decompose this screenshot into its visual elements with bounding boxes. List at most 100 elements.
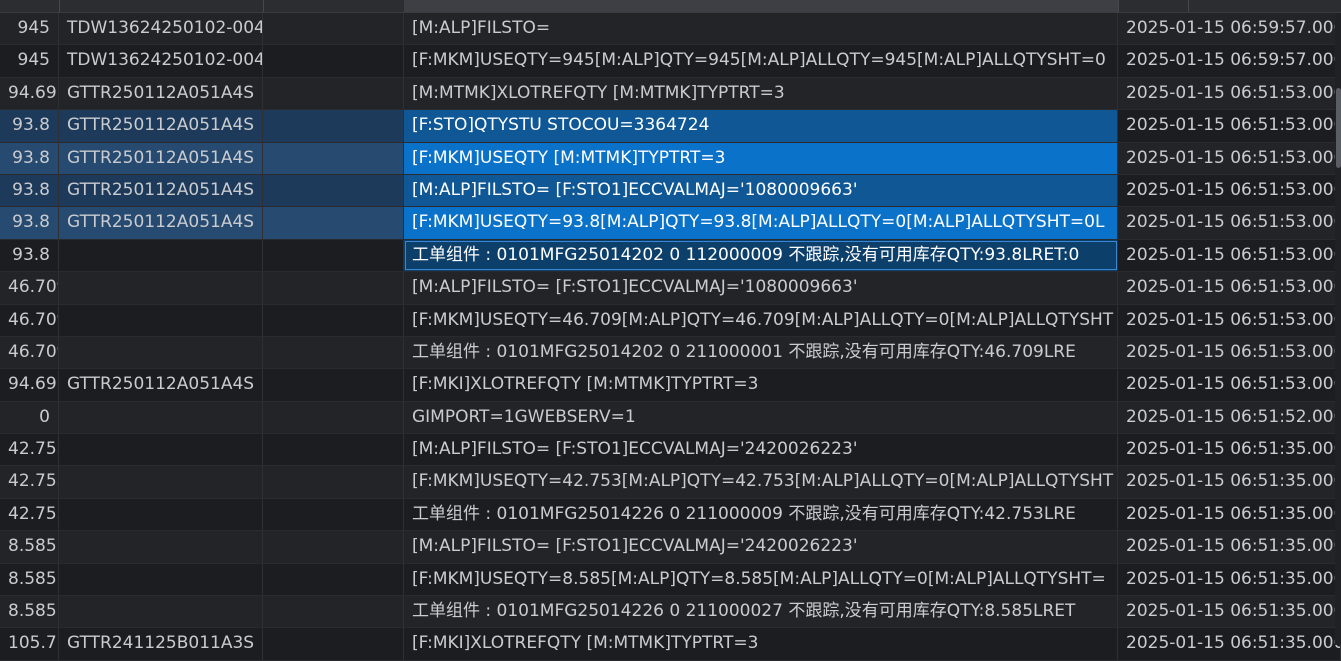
empty-cell[interactable]	[263, 401, 404, 434]
lot-cell[interactable]: GTTR250112A051A4S	[59, 77, 263, 110]
lot-cell[interactable]: GTTR250112A051A4S	[59, 369, 263, 401]
timestamp-cell[interactable]: 2025-01-15 06:51:52.000	[1118, 401, 1341, 434]
timestamp-cell[interactable]: 2025-01-15 06:51:53.000	[1118, 272, 1341, 304]
table-row-selected[interactable]: 93.8 GTTR250112A051A4S [F:STO]QTYSTU STO…	[0, 110, 1341, 143]
lot-cell[interactable]: GTTR250112A051A4S	[59, 207, 263, 239]
message-cell[interactable]: [M:ALP]FILSTO=	[404, 13, 1118, 45]
lot-cell[interactable]: GTTR241125B011A3S	[59, 628, 263, 660]
timestamp-cell[interactable]: 2025-01-15 06:51:35.000	[1118, 466, 1341, 498]
timestamp-cell[interactable]: 2025-01-15 06:51:53.000	[1118, 239, 1341, 272]
qty-cell[interactable]: 8.585	[0, 563, 59, 596]
qty-cell[interactable]: 93.8	[0, 207, 59, 239]
column-header-lot[interactable]	[59, 0, 264, 12]
qty-cell[interactable]: 46.709	[0, 304, 59, 336]
table-row[interactable]: 945 TDW13624250102-004 [F:MKM]USEQTY=945…	[0, 45, 1341, 78]
qty-cell[interactable]: 0	[0, 401, 59, 434]
table-row[interactable]: 42.753 [M:ALP]FILSTO= [F:STO1]ECCVALMAJ=…	[0, 434, 1341, 467]
lot-cell[interactable]	[59, 239, 263, 272]
message-cell[interactable]: GIMPORT=1GWEBSERV=1	[404, 401, 1118, 434]
qty-cell[interactable]: 945	[0, 45, 59, 77]
timestamp-cell[interactable]: 2025-01-15 06:51:53.000	[1118, 336, 1341, 369]
empty-cell[interactable]	[263, 434, 404, 466]
message-cell[interactable]: [M:ALP]FILSTO= [F:STO1]ECCVALMAJ='108000…	[404, 272, 1118, 304]
empty-cell[interactable]	[263, 596, 404, 628]
empty-cell[interactable]	[263, 272, 404, 304]
message-cell-focused[interactable]: 工单组件 : 0101MFG25014202 0 112000009 不跟踪,没…	[404, 239, 1118, 272]
table-row[interactable]: 46.709 工单组件 : 0101MFG25014202 0 21100000…	[0, 336, 1341, 370]
message-cell[interactable]: 工单组件 : 0101MFG25014226 0 211000009 不跟踪,没…	[404, 498, 1118, 531]
message-cell[interactable]: [F:MKM]USEQTY=945[M:ALP]QTY=945[M:ALP]AL…	[404, 45, 1118, 77]
qty-cell[interactable]: 8.585	[0, 596, 59, 628]
qty-cell[interactable]: 93.8	[0, 174, 59, 207]
table-row-selected[interactable]: 93.8 GTTR250112A051A4S [F:MKM]USEQTY [M:…	[0, 142, 1341, 175]
empty-cell[interactable]	[263, 239, 404, 272]
empty-cell[interactable]	[263, 110, 404, 142]
qty-cell[interactable]: 42.753	[0, 498, 59, 531]
timestamp-cell[interactable]: 2025-01-15 06:51:53.000	[1118, 304, 1341, 336]
message-cell[interactable]: [F:MKM]USEQTY=42.753[M:ALP]QTY=42.753[M:…	[404, 466, 1118, 498]
lot-cell[interactable]	[59, 596, 263, 628]
table-row[interactable]: 8.585 [M:ALP]FILSTO= [F:STO1]ECCVALMAJ='…	[0, 531, 1341, 564]
lot-cell[interactable]: GTTR250112A051A4S	[59, 142, 263, 174]
table-row[interactable]: 8.585 [F:MKM]USEQTY=8.585[M:ALP]QTY=8.58…	[0, 563, 1341, 597]
lot-cell[interactable]	[59, 304, 263, 336]
table-row[interactable]: 945 TDW13624250102-004 [M:ALP]FILSTO= 20…	[0, 13, 1341, 46]
table-row[interactable]: 0 GIMPORT=1GWEBSERV=1 2025-01-15 06:51:5…	[0, 401, 1341, 435]
timestamp-cell[interactable]: 2025-01-15 06:51:53.000	[1118, 142, 1341, 174]
message-cell-selected[interactable]: [F:MKM]USEQTY=93.8[M:ALP]QTY=93.8[M:ALP]…	[404, 207, 1118, 239]
timestamp-cell[interactable]: 2025-01-15 06:51:35.000	[1118, 628, 1341, 660]
table-row[interactable]: 8.585 工单组件 : 0101MFG25014226 0 211000027…	[0, 596, 1341, 629]
empty-cell[interactable]	[263, 13, 404, 45]
table-row-focused[interactable]: 93.8 工单组件 : 0101MFG25014202 0 112000009 …	[0, 239, 1341, 273]
timestamp-cell[interactable]: 2025-01-15 06:51:53.000	[1118, 207, 1341, 239]
qty-cell[interactable]: 8.585	[0, 531, 59, 563]
message-cell[interactable]: 工单组件 : 0101MFG25014202 0 211000001 不跟踪,没…	[404, 336, 1118, 369]
column-header-extra[interactable]	[1188, 0, 1341, 12]
lot-cell[interactable]: TDW13624250102-004	[59, 45, 263, 77]
lot-cell[interactable]	[59, 531, 263, 563]
qty-cell[interactable]: 105.77	[0, 628, 59, 660]
vertical-scrollbar[interactable]	[1335, 13, 1341, 645]
empty-cell[interactable]	[263, 77, 404, 110]
lot-cell[interactable]	[59, 563, 263, 596]
timestamp-cell[interactable]: 2025-01-15 06:51:35.000	[1118, 498, 1341, 531]
table-row[interactable]: 46.709 [F:MKM]USEQTY=46.709[M:ALP]QTY=46…	[0, 304, 1341, 337]
table-row-selected[interactable]: 93.8 GTTR250112A051A4S [M:ALP]FILSTO= [F…	[0, 174, 1341, 208]
timestamp-cell[interactable]: 2025-01-15 06:51:35.000	[1118, 596, 1341, 628]
qty-cell[interactable]: 945	[0, 13, 59, 45]
table-row[interactable]: 42.753 工单组件 : 0101MFG25014226 0 21100000…	[0, 498, 1341, 532]
qty-cell[interactable]: 42.753	[0, 466, 59, 498]
column-header-qty[interactable]	[0, 0, 60, 12]
qty-cell[interactable]: 46.709	[0, 272, 59, 304]
qty-cell[interactable]: 42.753	[0, 434, 59, 466]
timestamp-cell[interactable]: 2025-01-15 06:51:53.000	[1118, 174, 1341, 207]
message-cell[interactable]: [M:MTMK]XLOTREFQTY [M:MTMK]TYPTRT=3	[404, 77, 1118, 110]
message-cell[interactable]: [M:ALP]FILSTO= [F:STO1]ECCVALMAJ='242002…	[404, 531, 1118, 563]
qty-cell[interactable]: 94.69	[0, 369, 59, 401]
empty-cell[interactable]	[263, 563, 404, 596]
empty-cell[interactable]	[263, 336, 404, 369]
timestamp-cell[interactable]: 2025-01-15 06:51:35.000	[1118, 563, 1341, 596]
empty-cell[interactable]	[263, 45, 404, 77]
qty-cell[interactable]: 94.69	[0, 77, 59, 110]
empty-cell[interactable]	[263, 304, 404, 336]
table-row[interactable]: 94.69 GTTR250112A051A4S [M:MTMK]XLOTREFQ…	[0, 77, 1341, 111]
empty-cell[interactable]	[263, 531, 404, 563]
timestamp-cell[interactable]: 2025-01-15 06:51:35.000	[1118, 531, 1341, 563]
message-cell-selected[interactable]: [F:MKM]USEQTY [M:MTMK]TYPTRT=3	[404, 142, 1118, 174]
message-cell-selected[interactable]: [M:ALP]FILSTO= [F:STO1]ECCVALMAJ='108000…	[404, 174, 1118, 207]
message-cell[interactable]: 工单组件 : 0101MFG25014226 0 211000027 不跟踪,没…	[404, 596, 1118, 628]
lot-cell[interactable]	[59, 272, 263, 304]
empty-cell[interactable]	[263, 498, 404, 531]
timestamp-cell[interactable]: 2025-01-15 06:51:35.000	[1118, 434, 1341, 466]
qty-cell[interactable]: 93.8	[0, 142, 59, 174]
table-row[interactable]: 46.709 [M:ALP]FILSTO= [F:STO1]ECCVALMAJ=…	[0, 272, 1341, 305]
message-cell[interactable]: [F:MKI]XLOTREFQTY [M:MTMK]TYPTRT=3	[404, 628, 1118, 660]
lot-cell[interactable]	[59, 466, 263, 498]
lot-cell[interactable]	[59, 336, 263, 369]
empty-cell[interactable]	[263, 142, 404, 174]
message-cell[interactable]: [M:ALP]FILSTO= [F:STO1]ECCVALMAJ='242002…	[404, 434, 1118, 466]
empty-cell[interactable]	[263, 466, 404, 498]
table-row[interactable]: 42.753 [F:MKM]USEQTY=42.753[M:ALP]QTY=42…	[0, 466, 1341, 499]
message-cell-selected[interactable]: [F:STO]QTYSTU STOCOU=3364724	[404, 110, 1118, 142]
